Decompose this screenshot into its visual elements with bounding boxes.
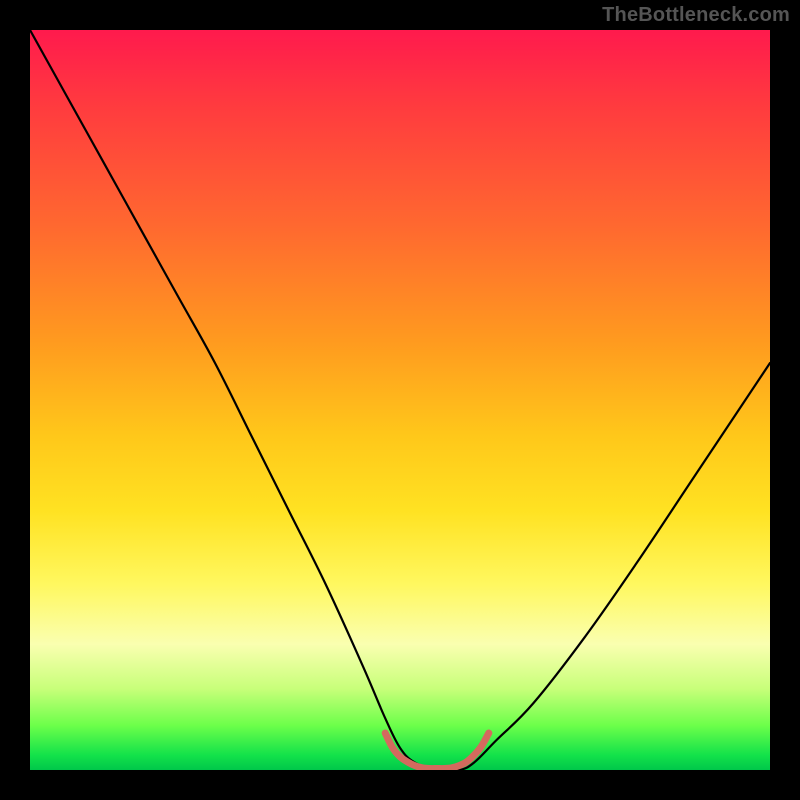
chart-frame: TheBottleneck.com: [0, 0, 800, 800]
bottleneck-curve-path: [30, 30, 770, 770]
plot-area: [30, 30, 770, 770]
watermark-text: TheBottleneck.com: [602, 4, 790, 27]
curve-layer: [30, 30, 770, 770]
